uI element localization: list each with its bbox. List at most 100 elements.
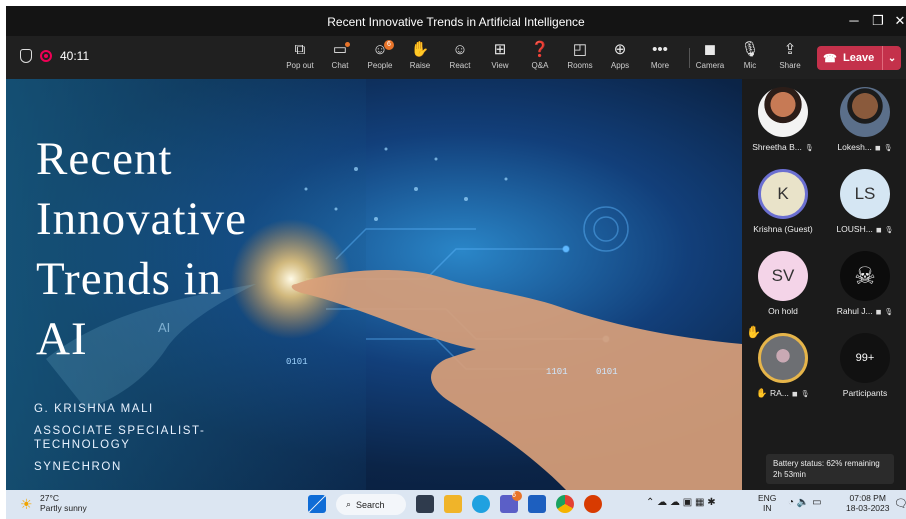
chat-button[interactable]: ▭ Chat	[320, 40, 360, 76]
word-icon[interactable]	[528, 495, 546, 513]
participant-name: RA...	[769, 388, 789, 398]
tray-app-icon: ▣	[682, 497, 693, 508]
participant-tile[interactable]: ✋ ✋ RA... ◼ 🎙	[742, 325, 824, 405]
battery-line-2: 2h 53min	[773, 470, 806, 479]
share-button[interactable]: ⇪ Share	[770, 40, 810, 76]
raise-label: Raise	[409, 61, 431, 70]
search-label: Search	[356, 499, 385, 510]
participant-tile[interactable]: K Krishna (Guest)	[742, 161, 824, 241]
mic-muted-icon: 🎙	[804, 145, 814, 152]
language-code: ENG	[758, 493, 777, 503]
people-button[interactable]: ☺ 6 People	[360, 40, 400, 76]
maximize-icon[interactable]: ❐	[868, 11, 888, 31]
taskbar-search[interactable]: ⌕ Search	[336, 494, 406, 515]
avatar	[758, 333, 808, 383]
apps-button[interactable]: ⊕ Apps	[600, 40, 640, 76]
chat-unread-dot	[345, 42, 350, 47]
rooms-icon: ◰	[572, 41, 588, 58]
participant-tile[interactable]: Lokesh... ◼ 🎙	[824, 79, 906, 159]
taskbar: ☀ 27°C Partly sunny ⌕ Search 6 ⌃ ☁ ☁ ▣ ▦…	[6, 490, 906, 519]
slide-title: Recent Innovative Trends in AI	[36, 129, 247, 369]
popout-button[interactable]: ⧉ Pop out	[280, 40, 320, 76]
clock-time: 07:08 PM	[849, 493, 886, 503]
participant-name: Krishna (Guest)	[753, 224, 813, 234]
notification-icon[interactable]: 🗨	[894, 497, 906, 510]
participant-tile[interactable]: Shreetha B... 🎙	[742, 79, 824, 159]
presenter-role-line2: TECHNOLOGY	[34, 439, 131, 451]
edge-icon[interactable]	[472, 495, 490, 513]
region-code: IN	[762, 503, 772, 513]
app-icon[interactable]	[584, 495, 602, 513]
wifi-icon: ◔	[788, 497, 795, 508]
participant-name: On hold	[768, 306, 798, 316]
meeting-timer: 40:11	[60, 49, 90, 63]
mic-button[interactable]: 🎙 Mic	[730, 40, 770, 76]
chevron-down-icon[interactable]: ⌄	[883, 53, 901, 64]
participant-tile[interactable]: ☠ Rahul J... ◼ 🎙	[824, 243, 906, 323]
window-title: Recent Innovative Trends in Artificial I…	[327, 15, 585, 29]
meeting-toolbar: 40:11 ⧉ Pop out ▭ Chat ☺ 6 People ✋ Rais…	[6, 36, 906, 79]
share-label: Share	[779, 61, 801, 70]
weather-icon: ☀	[20, 496, 33, 512]
participant-name-row: LOUSH... ◼ 🎙	[824, 224, 906, 234]
camera-off-icon: ◼	[875, 309, 882, 316]
title-bar: Recent Innovative Trends in Artificial I…	[6, 6, 906, 36]
react-button[interactable]: ☺ React	[440, 40, 480, 76]
camera-off-icon: ◼	[703, 41, 717, 58]
avatar: K	[758, 169, 808, 219]
participant-tile[interactable]: LS LOUSH... ◼ 🎙	[824, 161, 906, 241]
leave-button[interactable]: ☎ Leave ⌄	[817, 46, 901, 70]
slide-title-line: Innovative	[36, 193, 247, 245]
close-icon[interactable]: ✕	[890, 11, 906, 31]
participants-label: Participants	[842, 388, 888, 398]
participant-panel: Shreetha B... 🎙 Lokesh... ◼ 🎙 K Krishna (Gu…	[742, 79, 906, 490]
onedrive-icon: ☁	[669, 497, 680, 508]
slide-title-line: Recent	[36, 133, 173, 185]
search-icon: ⌕	[346, 499, 352, 509]
system-status-icons[interactable]: ◔ 🔈 ▭	[788, 498, 822, 508]
grid-view-icon: ⊞	[493, 41, 507, 58]
avatar: SV	[758, 251, 808, 301]
raised-hand-icon: ✋	[756, 388, 768, 398]
more-icon: •••	[652, 41, 668, 58]
teams-meeting-window: Recent Innovative Trends in Artificial I…	[6, 6, 906, 490]
avatar: LS	[840, 169, 890, 219]
participant-name-row: Shreetha B... 🎙	[742, 142, 824, 152]
raise-hand-button[interactable]: ✋ Raise	[400, 40, 440, 76]
qa-icon: ❓	[530, 41, 550, 58]
view-button[interactable]: ⊞ View	[480, 40, 520, 76]
participants-overflow-tile[interactable]: 99+ Participants	[824, 325, 906, 405]
participant-tile[interactable]: SV On hold	[742, 243, 824, 323]
language-indicator[interactable]: ENG IN	[758, 493, 776, 513]
chrome-icon[interactable]	[556, 495, 574, 513]
file-explorer-icon[interactable]	[444, 495, 462, 513]
raised-hand-icon: ✋	[746, 325, 761, 339]
more-button[interactable]: ••• More	[640, 40, 680, 76]
mic-off-icon: 🎙	[740, 41, 760, 58]
teams-badge: 6	[512, 491, 522, 501]
chat-label: Chat	[331, 61, 349, 70]
cloud-icon: ☁	[657, 497, 668, 508]
skull-avatar-icon: ☠	[840, 251, 890, 301]
rooms-button[interactable]: ◰ Rooms	[560, 40, 600, 76]
windows-start-icon[interactable]	[308, 495, 326, 513]
people-label: People	[367, 61, 393, 70]
weather-widget[interactable]: 27°C Partly sunny	[40, 493, 87, 513]
mic-muted-icon: 🎙	[884, 227, 894, 234]
teams-icon[interactable]: 6	[500, 491, 522, 513]
presenter-name: G. KRISHNA MALI	[34, 403, 154, 415]
camera-button[interactable]: ◼ Camera	[690, 40, 730, 76]
weather-temp: 27°C	[40, 493, 59, 503]
smiley-icon: ☺	[452, 41, 468, 58]
rooms-label: Rooms	[567, 61, 593, 70]
minimize-icon[interactable]: ─	[844, 11, 864, 31]
qa-button[interactable]: ❓ Q&A	[520, 40, 560, 76]
binary-text-1: 0101	[286, 357, 308, 367]
participant-name-row: Participants	[824, 388, 906, 398]
clock[interactable]: 07:08 PM 18-03-2023	[846, 493, 889, 513]
tray-icons[interactable]: ⌃ ☁ ☁ ▣ ▦ ✱	[646, 498, 716, 508]
participant-name: Rahul J...	[836, 306, 873, 316]
camera-label: Camera	[695, 61, 725, 70]
camera-off-icon: ◼	[791, 391, 798, 398]
task-view-icon[interactable]	[416, 495, 434, 513]
